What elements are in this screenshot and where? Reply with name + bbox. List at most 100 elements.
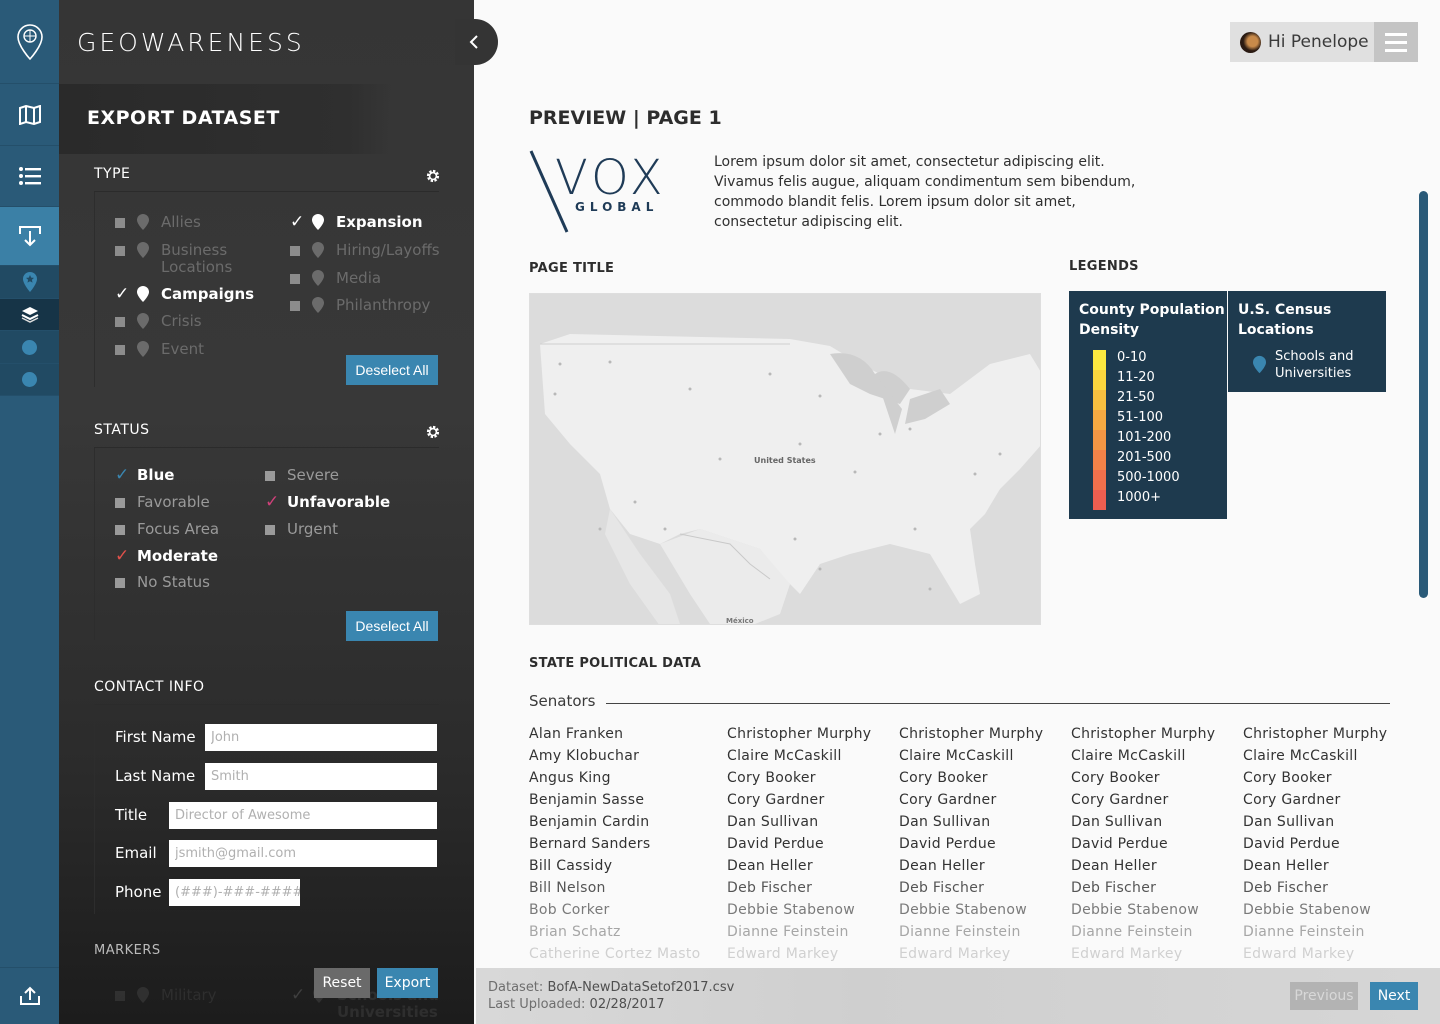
type-option-checkbox[interactable]: Hiring/Layoffs: [290, 242, 440, 259]
senator-name[interactable]: Deb Fischer: [899, 877, 1043, 899]
next-button[interactable]: Next: [1370, 982, 1418, 1010]
senator-name[interactable]: Catherine Cortez Masto: [529, 943, 701, 965]
senator-name[interactable]: Bob Corker: [529, 899, 701, 921]
senator-name[interactable]: Dean Heller: [727, 855, 871, 877]
senator-name[interactable]: Debbie Stabenow: [727, 899, 871, 921]
senator-name[interactable]: Edward Markey: [1243, 943, 1387, 965]
senator-name[interactable]: Christopher Murphy: [727, 723, 871, 745]
hamburger-menu-icon[interactable]: [1374, 22, 1418, 62]
star-pin-icon[interactable]: [0, 266, 59, 299]
collapse-panel-button[interactable]: [455, 19, 498, 65]
senator-name[interactable]: Debbie Stabenow: [1071, 899, 1215, 921]
senator-name[interactable]: Claire McCaskill: [899, 745, 1043, 767]
senator-name[interactable]: Edward Markey: [727, 943, 871, 965]
senator-name[interactable]: Dean Heller: [1243, 855, 1387, 877]
status-option-checkbox[interactable]: ✓ Unfavorable: [265, 494, 405, 511]
senator-name[interactable]: Cory Gardner: [727, 789, 871, 811]
senator-name[interactable]: David Perdue: [1243, 833, 1387, 855]
upload-icon[interactable]: [0, 967, 59, 1024]
senator-name[interactable]: Alan Franken: [529, 723, 701, 745]
senator-name[interactable]: Deb Fischer: [1071, 877, 1215, 899]
type-option-checkbox[interactable]: Crisis: [115, 313, 251, 330]
senator-name[interactable]: Cory Gardner: [1071, 789, 1215, 811]
type-deselect-all-button[interactable]: Deselect All: [346, 355, 438, 385]
reset-button[interactable]: Reset: [314, 968, 370, 998]
senator-name[interactable]: Dianne Feinstein: [727, 921, 871, 943]
type-gear-icon[interactable]: [425, 168, 441, 184]
title-input[interactable]: [169, 802, 437, 829]
logo-pin-icon[interactable]: [0, 0, 59, 84]
senator-name[interactable]: Bernard Sanders: [529, 833, 701, 855]
user-menu[interactable]: Hi Penelope: [1230, 22, 1418, 62]
senator-name[interactable]: Angus King: [529, 767, 701, 789]
status-option-checkbox[interactable]: Favorable: [115, 494, 255, 511]
senator-name[interactable]: Amy Klobuchar: [529, 745, 701, 767]
status-option-checkbox[interactable]: Focus Area: [115, 521, 255, 538]
type-option-checkbox[interactable]: ✓ Expansion: [290, 214, 426, 231]
senator-name[interactable]: Brian Schatz: [529, 921, 701, 943]
senator-name[interactable]: Dan Sullivan: [1243, 811, 1387, 833]
list-icon[interactable]: [0, 146, 59, 207]
senator-name[interactable]: Claire McCaskill: [1071, 745, 1215, 767]
status-gear-icon[interactable]: [425, 424, 441, 440]
senator-name[interactable]: Benjamin Cardin: [529, 811, 701, 833]
senator-name[interactable]: Dianne Feinstein: [899, 921, 1043, 943]
status-option-checkbox[interactable]: ✓ Blue: [115, 467, 255, 484]
type-option-checkbox[interactable]: Business Locations: [115, 242, 251, 276]
type-option-checkbox[interactable]: ✓ Campaigns: [115, 286, 254, 303]
senator-name[interactable]: Deb Fischer: [1243, 877, 1387, 899]
phone-input[interactable]: [169, 879, 300, 906]
type-option-checkbox[interactable]: Allies: [115, 214, 251, 231]
senator-name[interactable]: Debbie Stabenow: [899, 899, 1043, 921]
type-option-checkbox[interactable]: Philanthropy: [290, 297, 430, 314]
senator-name[interactable]: Debbie Stabenow: [1243, 899, 1387, 921]
senator-name[interactable]: Cory Gardner: [1243, 789, 1387, 811]
senator-name[interactable]: Dean Heller: [1071, 855, 1215, 877]
senator-name[interactable]: Claire McCaskill: [727, 745, 871, 767]
marker-military-checkbox[interactable]: Military: [115, 987, 217, 1004]
map-preview[interactable]: United States México: [529, 293, 1041, 625]
senator-name[interactable]: Cory Booker: [727, 767, 871, 789]
senator-name[interactable]: David Perdue: [899, 833, 1043, 855]
senator-name[interactable]: Christopher Murphy: [899, 723, 1043, 745]
vertical-scrollbar[interactable]: [1419, 191, 1428, 598]
senator-name[interactable]: Christopher Murphy: [1243, 723, 1387, 745]
status-option-checkbox[interactable]: ✓ Moderate: [115, 548, 255, 565]
layers-icon[interactable]: [0, 299, 59, 331]
export-icon[interactable]: [0, 207, 59, 266]
dot-icon[interactable]: [0, 331, 59, 364]
status-deselect-all-button[interactable]: Deselect All: [346, 611, 438, 641]
senator-name[interactable]: Dianne Feinstein: [1071, 921, 1215, 943]
senator-name[interactable]: Edward Markey: [899, 943, 1043, 965]
senator-name[interactable]: Dan Sullivan: [727, 811, 871, 833]
last-name-input[interactable]: [205, 763, 437, 790]
senator-name[interactable]: Bill Cassidy: [529, 855, 701, 877]
previous-button[interactable]: Previous: [1290, 982, 1358, 1010]
senator-name[interactable]: Benjamin Sasse: [529, 789, 701, 811]
first-name-input[interactable]: [205, 724, 437, 751]
senator-name[interactable]: Christopher Murphy: [1071, 723, 1215, 745]
map-icon[interactable]: [0, 84, 59, 146]
senator-name[interactable]: Dianne Feinstein: [1243, 921, 1387, 943]
senator-name[interactable]: Cory Booker: [899, 767, 1043, 789]
dot-icon[interactable]: [0, 364, 59, 396]
senator-name[interactable]: Dan Sullivan: [899, 811, 1043, 833]
senator-name[interactable]: Edward Markey: [1071, 943, 1215, 965]
senator-name[interactable]: Bill Nelson: [529, 877, 701, 899]
senator-name[interactable]: Dean Heller: [899, 855, 1043, 877]
type-option-checkbox[interactable]: Event: [115, 341, 251, 358]
senator-name[interactable]: Cory Booker: [1071, 767, 1215, 789]
status-option-checkbox[interactable]: Urgent: [265, 521, 405, 538]
senator-name[interactable]: Claire McCaskill: [1243, 745, 1387, 767]
status-option-checkbox[interactable]: No Status: [115, 574, 255, 591]
senator-name[interactable]: Dan Sullivan: [1071, 811, 1215, 833]
status-option-checkbox[interactable]: Severe: [265, 467, 405, 484]
senator-name[interactable]: David Perdue: [1071, 833, 1215, 855]
senator-name[interactable]: David Perdue: [727, 833, 871, 855]
senator-name[interactable]: Cory Booker: [1243, 767, 1387, 789]
email-input[interactable]: [169, 840, 437, 867]
senator-name[interactable]: Cory Gardner: [899, 789, 1043, 811]
export-button[interactable]: Export: [377, 968, 438, 998]
senator-name[interactable]: Deb Fischer: [727, 877, 871, 899]
type-option-checkbox[interactable]: Media: [290, 270, 426, 287]
